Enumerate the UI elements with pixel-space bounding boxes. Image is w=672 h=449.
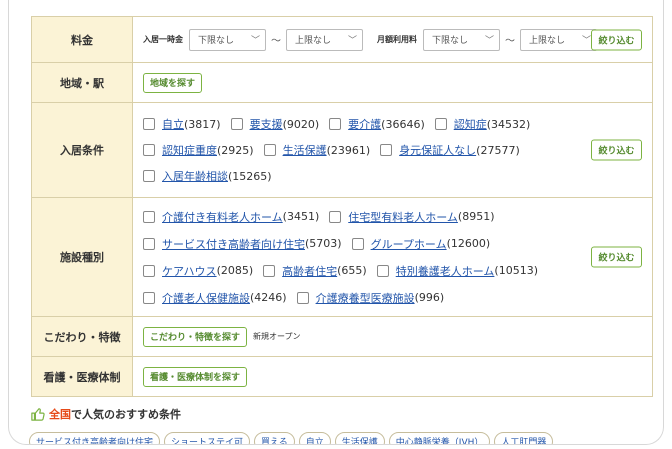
checkbox-condition[interactable]: 認知症 (34532) bbox=[434, 116, 530, 132]
row-area: 地域・駅 地域を探す bbox=[32, 63, 652, 103]
checkbox-box[interactable] bbox=[329, 210, 342, 223]
checkbox-facility[interactable]: 高齢者住宅 (655) bbox=[263, 263, 367, 279]
checkbox-box[interactable] bbox=[143, 144, 155, 156]
popular-tag[interactable]: 自立 bbox=[298, 432, 331, 444]
thumbs-up-icon bbox=[31, 408, 45, 421]
checkbox-condition[interactable]: 認知症重度 (2925) bbox=[143, 142, 254, 158]
row-label-conditions: 入居条件 bbox=[32, 103, 133, 197]
popular-tag[interactable]: 人工肛門器 bbox=[494, 432, 554, 444]
chevron-down-icon: ﹀ bbox=[484, 36, 494, 46]
checkbox-box[interactable] bbox=[296, 291, 309, 304]
find-medical-button[interactable]: 看護・医療体制を探す bbox=[143, 366, 248, 387]
checkbox-box[interactable] bbox=[434, 118, 447, 130]
narrow-conditions-button[interactable]: 絞り込む bbox=[591, 139, 642, 161]
chevron-down-icon: ﹀ bbox=[347, 36, 357, 46]
chevron-down-icon: ﹀ bbox=[581, 36, 591, 46]
popular-tag[interactable]: 生活保護 bbox=[334, 432, 385, 444]
checkbox-facility[interactable]: 介護老人保健施設 (4246) bbox=[143, 290, 287, 306]
checkbox-box[interactable] bbox=[143, 210, 155, 223]
find-features-button[interactable]: こだわり・特徴を探す bbox=[143, 326, 248, 347]
checkbox-box[interactable] bbox=[380, 144, 393, 156]
checkbox-facility[interactable]: 住宅型有料老人ホーム (8951) bbox=[329, 209, 495, 225]
monthly-fee-max-select[interactable]: 上限なし ﹀ bbox=[520, 28, 597, 51]
narrow-facility-button[interactable]: 絞り込む bbox=[591, 246, 642, 268]
checkbox-box[interactable] bbox=[143, 118, 155, 130]
checkbox-box[interactable] bbox=[329, 118, 342, 130]
checkbox-box[interactable] bbox=[143, 291, 155, 304]
checkbox-condition[interactable]: 身元保証人なし (27577) bbox=[380, 142, 520, 158]
popular-tag[interactable]: ショートステイ可 bbox=[164, 432, 251, 444]
checkbox-condition[interactable]: 要支援 (9020) bbox=[230, 116, 319, 132]
checkbox-condition[interactable]: 入居年齢相談 (15265) bbox=[143, 168, 272, 184]
checkbox-facility[interactable]: ケアハウス (2085) bbox=[143, 263, 253, 279]
row-label-area: 地域・駅 bbox=[32, 63, 133, 102]
search-panel: 料金 入居一時金 下限なし ﹀ 〜 上限なし ﹀ 月額利用料 下限なし ﹀ 〜 上限な… bbox=[8, 0, 664, 445]
checkbox-box[interactable] bbox=[351, 237, 364, 250]
search-conditions-table: 料金 入居一時金 下限なし ﹀ 〜 上限なし ﹀ 月額利用料 下限なし ﹀ 〜 上限な… bbox=[31, 16, 653, 397]
row-features: こだわり・特徴 こだわり・特徴を探す 新規オープン bbox=[32, 317, 652, 357]
checkbox-facility[interactable]: グループホーム (12600) bbox=[351, 236, 490, 252]
row-conditions: 入居条件 自立 (3817) 要支援 (9020) 要介護 (36646) 認知症 (3… bbox=[32, 103, 652, 198]
checkbox-box[interactable] bbox=[143, 170, 155, 182]
checkbox-facility[interactable]: 介護付き有料老人ホーム (3451) bbox=[143, 209, 319, 225]
checkbox-box[interactable] bbox=[230, 118, 243, 130]
find-area-button[interactable]: 地域を探す bbox=[143, 72, 203, 93]
row-label-price: 料金 bbox=[32, 17, 133, 62]
entry-fee-min-select[interactable]: 下限なし ﹀ bbox=[189, 28, 266, 51]
checkbox-box[interactable] bbox=[263, 144, 276, 156]
row-facility: 施設種別 介護付き有料老人ホーム (3451) 住宅型有料老人ホーム (8951) … bbox=[32, 198, 652, 317]
entry-fee-max-select[interactable]: 上限なし ﹀ bbox=[286, 28, 363, 51]
popular-tag[interactable]: 中心静脈栄養（IVH） bbox=[388, 432, 491, 444]
checkbox-condition[interactable]: 自立 (3817) bbox=[143, 116, 221, 132]
row-label-facility: 施設種別 bbox=[32, 198, 133, 316]
range-separator: 〜 bbox=[505, 36, 515, 47]
checkbox-box[interactable] bbox=[376, 264, 389, 277]
popular-conditions-heading: 全国 で人気のおすすめ条件 bbox=[31, 406, 181, 422]
checkbox-condition[interactable]: 要介護 (36646) bbox=[329, 116, 425, 132]
popular-tags: サービス付き高齢者向け住宅 ショートステイ可 買える 自立 生活保護 中心静脈栄… bbox=[29, 432, 554, 444]
checkbox-box[interactable] bbox=[263, 264, 276, 277]
range-separator: 〜 bbox=[271, 36, 281, 47]
checkbox-facility[interactable]: サービス付き高齢者向け住宅 (5703) bbox=[143, 236, 342, 252]
row-price: 料金 入居一時金 下限なし ﹀ 〜 上限なし ﹀ 月額利用料 下限なし ﹀ 〜 上限な… bbox=[32, 17, 652, 63]
checkbox-condition[interactable]: 生活保護 (23961) bbox=[263, 142, 370, 158]
monthly-fee-min-select[interactable]: 下限なし ﹀ bbox=[423, 28, 500, 51]
popular-title-text: で人気のおすすめ条件 bbox=[71, 408, 181, 421]
narrow-price-button[interactable]: 絞り込む bbox=[591, 29, 642, 50]
entry-fee-label: 入居一時金 bbox=[143, 35, 183, 44]
checkbox-box[interactable] bbox=[143, 264, 155, 277]
checkbox-facility[interactable]: 介護療養型医療施設 (996) bbox=[296, 290, 444, 306]
row-label-medical: 看護・医療体制 bbox=[32, 357, 133, 396]
row-label-features: こだわり・特徴 bbox=[32, 317, 133, 356]
popular-region[interactable]: 全国 bbox=[49, 406, 71, 422]
monthly-fee-label: 月額利用料 bbox=[377, 35, 417, 44]
popular-tag[interactable]: 買える bbox=[254, 432, 295, 444]
checkbox-box[interactable] bbox=[143, 237, 155, 250]
checkbox-facility[interactable]: 特別養護老人ホーム (10513) bbox=[376, 263, 538, 279]
new-open-text: 新規オープン bbox=[253, 332, 301, 341]
chevron-down-icon: ﹀ bbox=[250, 36, 260, 46]
popular-tag[interactable]: サービス付き高齢者向け住宅 bbox=[29, 432, 161, 444]
row-medical: 看護・医療体制 看護・医療体制を探す bbox=[32, 357, 652, 396]
